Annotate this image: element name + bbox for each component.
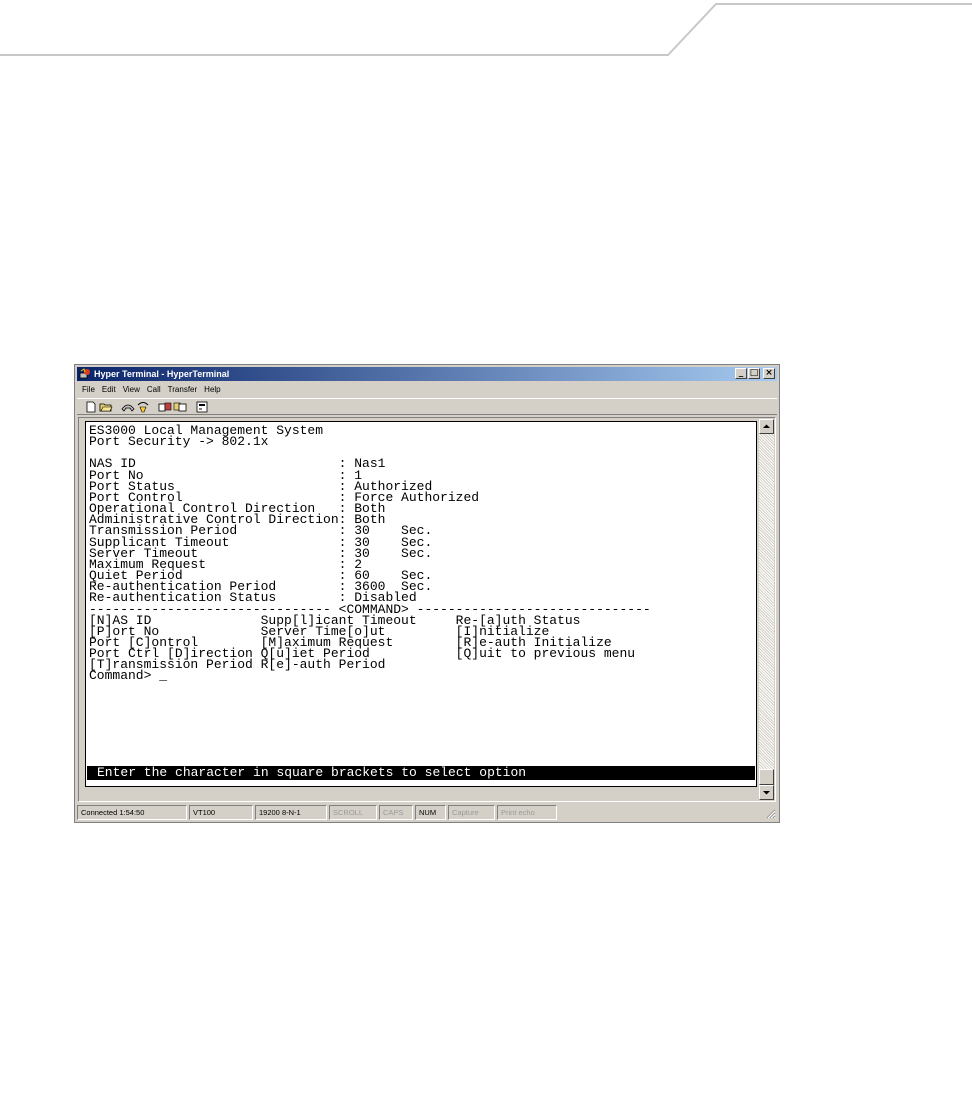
scrollbar-thumb[interactable] (759, 769, 774, 785)
maximize-button[interactable]: □ (748, 368, 760, 379)
title-bar[interactable]: Hyper Terminal - HyperTerminal _ □ × (77, 367, 777, 381)
menu-call[interactable]: Call (147, 383, 161, 397)
status-caps: CAPS (379, 805, 413, 820)
menu-file[interactable]: File (82, 383, 95, 397)
menu-edit[interactable]: Edit (102, 383, 116, 397)
terminal-frame: ES3000 Local Management System Port Secu… (78, 417, 776, 802)
menu-help[interactable]: Help (204, 383, 220, 397)
terminal-output: ES3000 Local Management System Port Secu… (89, 424, 651, 683)
status-print-echo: Print echo (497, 805, 557, 820)
terminal-screen[interactable]: ES3000 Local Management System Port Secu… (85, 421, 757, 787)
arrow-down-icon (763, 791, 770, 795)
minimize-button[interactable]: _ (735, 368, 747, 379)
new-connection-icon[interactable] (84, 401, 98, 413)
menu-bar: File Edit View Call Transfer Help (78, 383, 221, 397)
scroll-up-button[interactable] (759, 419, 774, 434)
terminal-line: Port Security -> 802.1x (89, 434, 269, 450)
terminal-status-text: Enter the character in square brackets t… (97, 765, 527, 780)
menu-transfer[interactable]: Transfer (168, 383, 198, 397)
toolbar (77, 398, 777, 415)
properties-icon[interactable] (195, 401, 209, 413)
status-bar: Connected 1:54:50 VT100 19200 8-N-1 SCRO… (77, 805, 777, 820)
hyperterminal-app-icon (79, 368, 90, 379)
command-prompt[interactable]: Command> _ (89, 669, 651, 682)
scroll-down-button[interactable] (759, 785, 774, 800)
status-connected-time: Connected 1:54:50 (77, 805, 187, 820)
hang-up-icon[interactable] (136, 401, 150, 413)
receive-icon[interactable] (173, 401, 187, 413)
resize-grip-icon[interactable] (764, 807, 776, 819)
hyperterminal-window: Hyper Terminal - HyperTerminal _ □ × Fil… (74, 364, 780, 823)
status-scroll: SCROLL (329, 805, 377, 820)
status-num: NUM (415, 805, 446, 820)
open-icon[interactable] (99, 401, 113, 413)
dial-icon[interactable] (121, 401, 135, 413)
status-port-settings: 19200 8-N-1 (255, 805, 327, 820)
close-button[interactable]: × (763, 368, 775, 379)
terminal-status-line: Enter the character in square brackets t… (87, 766, 755, 780)
vertical-scrollbar[interactable] (759, 419, 774, 800)
status-emulation: VT100 (189, 805, 253, 820)
page-header-decoration (0, 3, 972, 56)
arrow-up-icon (763, 424, 770, 428)
menu-view[interactable]: View (123, 383, 140, 397)
send-icon[interactable] (158, 401, 172, 413)
status-capture: Capture (448, 805, 495, 820)
window-title: Hyper Terminal - HyperTerminal (94, 369, 230, 379)
